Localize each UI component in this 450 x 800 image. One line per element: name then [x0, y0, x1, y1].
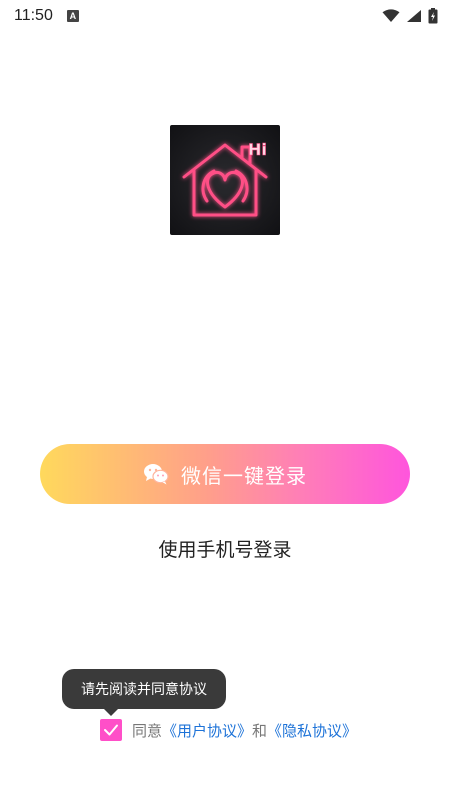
wechat-icon: [144, 464, 169, 485]
neon-house-heart-logo-icon: Hi: [170, 125, 280, 235]
logo-hi-text: Hi: [248, 140, 267, 159]
agree-conjunction: 和: [252, 721, 268, 740]
status-right: [382, 8, 438, 24]
agreement-row: 同意 《用户协议》 和 《隐私协议》: [100, 718, 357, 742]
agree-checkbox[interactable]: [100, 719, 122, 741]
agreement-tooltip: 请先阅读并同意协议: [62, 669, 226, 709]
status-bar: 11:50 A: [0, 0, 450, 32]
status-left: 11:50 A: [14, 7, 79, 25]
cell-signal-icon: [407, 10, 421, 22]
notification-a-icon: A: [66, 10, 79, 22]
wifi-icon: [382, 9, 400, 22]
status-time: 11:50: [14, 7, 53, 24]
privacy-agreement-link[interactable]: 《隐私协议》: [267, 720, 357, 741]
user-agreement-link[interactable]: 《用户协议》: [162, 720, 252, 741]
checkmark-icon: [104, 724, 118, 736]
phone-login-link[interactable]: 使用手机号登录: [0, 535, 450, 562]
battery-icon: [428, 8, 438, 24]
login-screen: 11:50 A Hi 微信一键登录 使用手机号登录 请先阅读并同意协议 同意 《…: [0, 0, 450, 800]
agree-prefix: 同意: [132, 721, 163, 740]
wechat-login-button[interactable]: 微信一键登录: [40, 444, 410, 504]
app-logo: Hi: [170, 125, 280, 235]
wechat-login-label: 微信一键登录: [181, 463, 307, 488]
tooltip-arrow: [104, 709, 118, 716]
